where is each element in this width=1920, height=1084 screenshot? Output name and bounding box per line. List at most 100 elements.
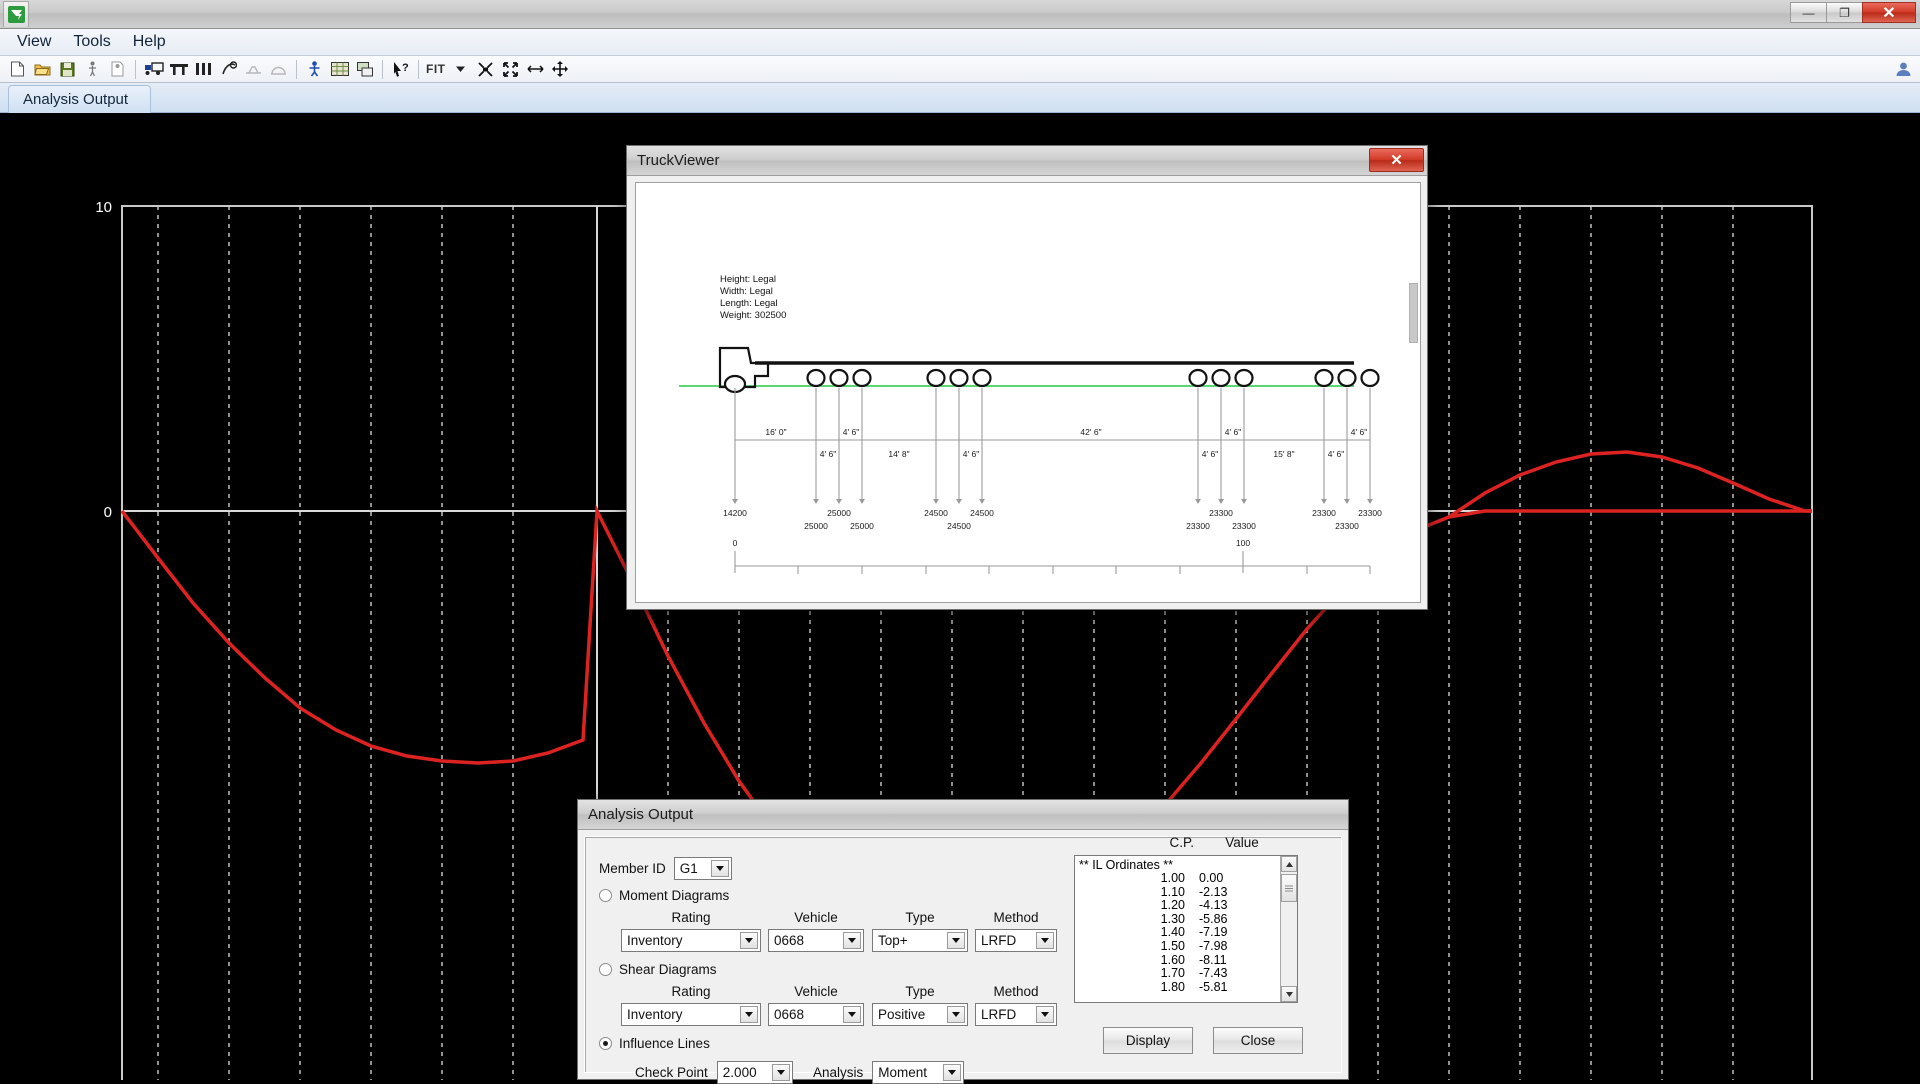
- chevron-down-icon[interactable]: [947, 1006, 965, 1023]
- hydrant-icon[interactable]: [303, 58, 326, 81]
- svg-text:23300: 23300: [1358, 508, 1382, 518]
- scroll-up-button[interactable]: [1281, 856, 1297, 872]
- bridge-deck-icon[interactable]: [242, 58, 265, 81]
- results-scrollbar[interactable]: [1280, 856, 1297, 1002]
- results-cp-header: C.P.: [1169, 835, 1194, 850]
- page-icon[interactable]: [106, 58, 129, 81]
- chevron-down-icon[interactable]: [449, 58, 472, 81]
- minimize-button[interactable]: —: [1790, 2, 1827, 23]
- zoom-fit-label[interactable]: FIT: [424, 62, 448, 76]
- bridge-arch-icon[interactable]: [267, 58, 290, 81]
- radio-shear-diagrams[interactable]: [599, 963, 612, 976]
- svg-text:Weight: 302500: Weight: 302500: [720, 310, 786, 321]
- person-standing-icon[interactable]: [81, 58, 104, 81]
- list-item[interactable]: 1.80 -5.81: [1077, 980, 1297, 995]
- member-id-select[interactable]: G1: [673, 857, 732, 880]
- pan-all-icon[interactable]: [549, 58, 572, 81]
- girders-iii-icon[interactable]: [192, 58, 215, 81]
- zoom-in-icon[interactable]: [499, 58, 522, 81]
- shear-method-value: LRFD: [981, 1007, 1017, 1022]
- moment-type-select[interactable]: Top+: [872, 929, 968, 952]
- save-disk-icon[interactable]: [56, 58, 79, 81]
- moment-diagrams-radio[interactable]: Moment Diagrams: [599, 888, 729, 903]
- chevron-down-icon[interactable]: [740, 932, 758, 949]
- radio-moment-diagrams[interactable]: [599, 889, 612, 902]
- chevron-down-icon[interactable]: [947, 932, 965, 949]
- results-column-headers: C.P. Value: [1074, 835, 1298, 850]
- chevron-down-icon[interactable]: [710, 860, 729, 877]
- chevron-down-icon[interactable]: [943, 1064, 962, 1081]
- svg-text:24500: 24500: [947, 521, 971, 531]
- chevron-down-icon[interactable]: [771, 1064, 790, 1081]
- results-value-header: Value: [1225, 835, 1259, 850]
- display-button[interactable]: Display: [1103, 1027, 1193, 1054]
- shear-type-label: Type: [905, 984, 935, 999]
- list-item[interactable]: 1.70 -7.43: [1077, 967, 1297, 981]
- results-list-inner: ** IL Ordinates ** 1.00 0.00 1.10 -2.13 …: [1075, 856, 1297, 994]
- close-window-button[interactable]: ✕: [1862, 2, 1916, 23]
- results-list[interactable]: ** IL Ordinates ** 1.00 0.00 1.10 -2.13 …: [1074, 855, 1298, 1003]
- beam-tt-icon[interactable]: [167, 58, 190, 81]
- result-cp: 1.20: [1160, 898, 1185, 913]
- list-item[interactable]: 1.60 -8.11: [1077, 953, 1297, 968]
- list-item[interactable]: 1.30 -5.86: [1077, 912, 1297, 927]
- scrollbar-thumb[interactable]: [1281, 874, 1297, 902]
- result-cp: 1.50: [1160, 938, 1185, 953]
- list-item[interactable]: 1.50 -7.98: [1077, 938, 1297, 954]
- list-item[interactable]: 1.00 0.00: [1077, 871, 1297, 886]
- result-value: -7.98: [1199, 938, 1228, 953]
- zoom-fit-icon[interactable]: [474, 58, 497, 81]
- chevron-down-icon[interactable]: [843, 1006, 861, 1023]
- svg-text:14200: 14200: [723, 508, 747, 518]
- list-item[interactable]: 1.20 -4.13: [1077, 899, 1297, 913]
- pan-horizontal-icon[interactable]: [524, 58, 547, 81]
- shear-vehicle-select[interactable]: 0668: [768, 1003, 864, 1026]
- svg-text:23300: 23300: [1335, 521, 1359, 531]
- truck-icon[interactable]: [142, 58, 165, 81]
- svg-text:25000: 25000: [827, 508, 851, 518]
- moment-method-select[interactable]: LRFD: [975, 929, 1057, 952]
- shear-method-select[interactable]: LRFD: [975, 1003, 1057, 1026]
- tab-analysis-output[interactable]: Analysis Output: [8, 85, 152, 113]
- chevron-down-icon[interactable]: [843, 932, 861, 949]
- table-grid-icon[interactable]: [328, 58, 351, 81]
- svg-text:0: 0: [733, 538, 738, 548]
- svg-text:Width: Legal: Width: Legal: [720, 286, 773, 297]
- moment-vehicle-label: Vehicle: [794, 910, 838, 925]
- analysis-output-title: Analysis Output: [588, 806, 694, 823]
- truckviewer-scrollbar-thumb[interactable]: [1409, 283, 1418, 343]
- shear-diagrams-radio[interactable]: Shear Diagrams: [599, 962, 717, 977]
- influence-lines-radio[interactable]: Influence Lines: [599, 1036, 710, 1051]
- chevron-down-icon[interactable]: [1036, 1006, 1054, 1023]
- radio-influence-lines[interactable]: [599, 1037, 612, 1050]
- moment-vehicle-select[interactable]: 0668: [768, 929, 864, 952]
- scroll-down-button[interactable]: [1281, 986, 1297, 1002]
- analysis-select[interactable]: Moment: [872, 1061, 965, 1084]
- chevron-down-icon[interactable]: [740, 1006, 758, 1023]
- result-cp: 1.00: [1160, 871, 1185, 885]
- restore-button[interactable]: ❐: [1826, 2, 1863, 23]
- moment-method-value: LRFD: [981, 933, 1017, 948]
- close-button[interactable]: Close: [1213, 1027, 1303, 1054]
- moment-rating-select[interactable]: Inventory: [621, 929, 761, 952]
- check-point-select[interactable]: 2.000: [716, 1061, 793, 1084]
- user-icon[interactable]: [1892, 58, 1914, 80]
- moment-method-label: Method: [993, 910, 1039, 925]
- menu-view[interactable]: View: [6, 30, 62, 54]
- report-icon[interactable]: [353, 58, 376, 81]
- list-item[interactable]: 1.40 -7.19: [1077, 926, 1297, 940]
- truckviewer-close-button[interactable]: ✕: [1369, 148, 1424, 172]
- help-pointer-icon[interactable]: ?: [389, 58, 412, 81]
- analysis-icon[interactable]: [217, 58, 240, 81]
- shear-type-select[interactable]: Positive: [872, 1003, 968, 1026]
- new-file-icon[interactable]: [6, 58, 29, 81]
- menu-help[interactable]: Help: [122, 30, 177, 54]
- menu-tools[interactable]: Tools: [62, 30, 121, 54]
- result-cp: 1.40: [1160, 925, 1185, 940]
- shear-rating-select[interactable]: Inventory: [621, 1003, 761, 1026]
- truckviewer-canvas[interactable]: Height: Legal Width: Legal Length: Legal…: [635, 182, 1421, 603]
- list-item[interactable]: 1.10 -2.13: [1077, 885, 1297, 900]
- open-folder-icon[interactable]: [31, 58, 54, 81]
- toolbar-separator-3: [382, 59, 383, 79]
- chevron-down-icon[interactable]: [1036, 932, 1054, 949]
